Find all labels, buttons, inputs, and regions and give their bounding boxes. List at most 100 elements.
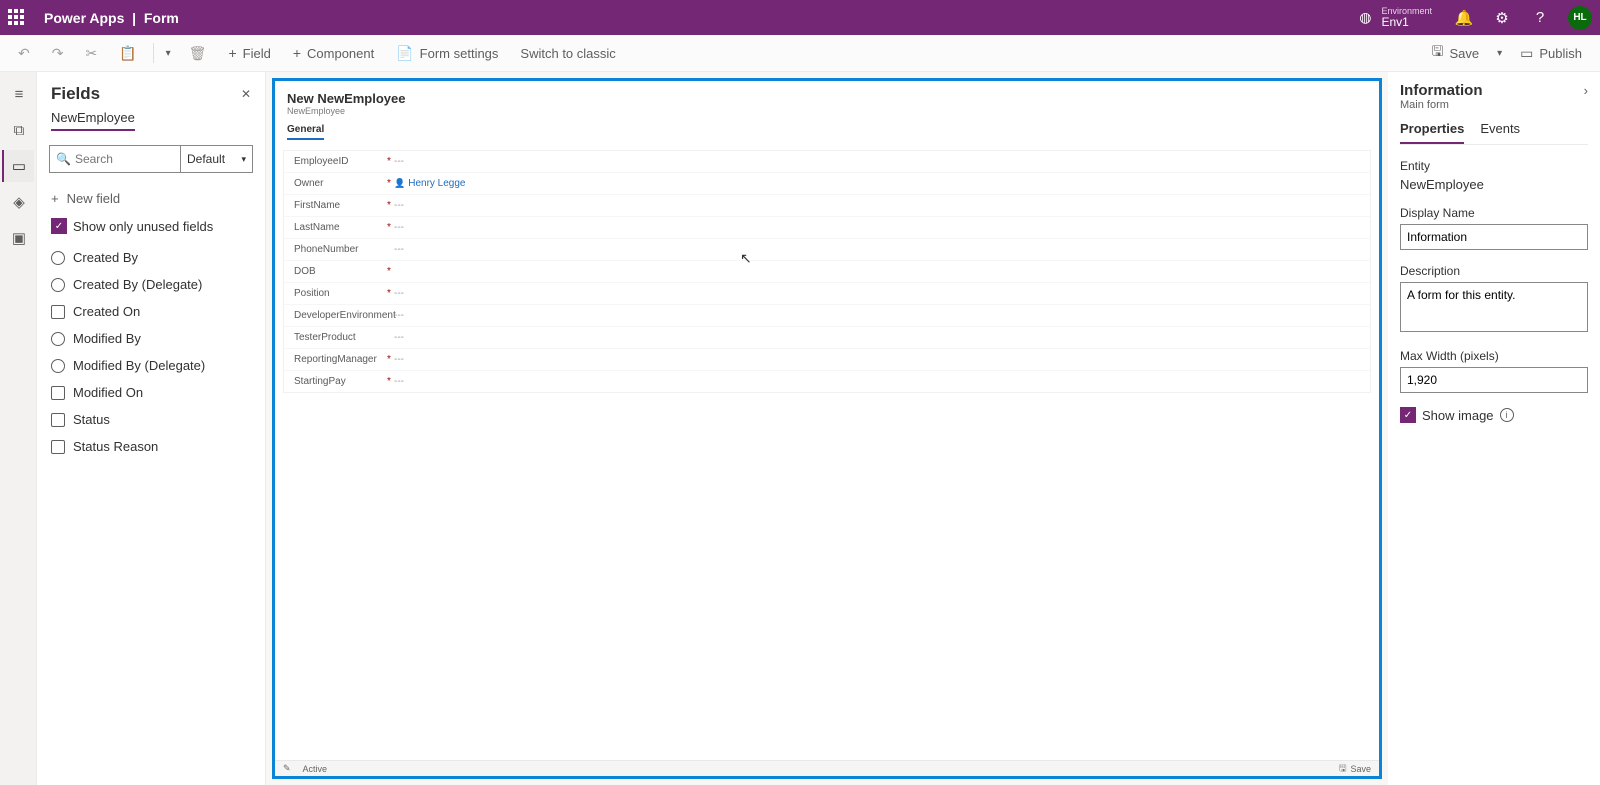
field-item[interactable]: Modified On — [37, 379, 265, 406]
add-field-button[interactable]: +Field — [218, 41, 280, 65]
required-marker: * — [384, 354, 394, 365]
undo-button[interactable]: ↶ — [8, 41, 40, 66]
sort-dropdown[interactable]: Default ▾ — [180, 146, 252, 172]
field-item[interactable]: Status Reason — [37, 433, 265, 460]
field-value: --- — [394, 332, 404, 343]
add-component-button[interactable]: + Component — [283, 41, 384, 65]
field-item[interactable]: Created On — [37, 298, 265, 325]
footer-save-label: Save — [1350, 764, 1371, 774]
save-button[interactable]: 🖫 Save — [1422, 37, 1490, 69]
search-row: 🔍 Default ▾ — [49, 145, 253, 173]
form-tab-general[interactable]: General — [287, 124, 324, 140]
redo-button[interactable]: ↷ — [42, 41, 74, 66]
app-brand: Power Apps — [44, 10, 124, 26]
publish-label: Publish — [1539, 46, 1582, 61]
form-field-row[interactable]: LastName*--- — [284, 216, 1370, 238]
field-item[interactable]: Modified By (Delegate) — [37, 352, 265, 379]
form-section[interactable]: EmployeeID*---Owner*👤Henry LeggeFirstNam… — [283, 150, 1371, 393]
publish-button[interactable]: ▭ Publish — [1510, 41, 1592, 66]
form-field-row[interactable]: EmployeeID*--- — [284, 151, 1370, 172]
rail-components-icon[interactable]: ◈ — [2, 186, 34, 218]
expand-icon[interactable]: › — [1584, 83, 1588, 98]
delete-icon: 🗑 — [189, 45, 207, 62]
form-shell[interactable]: New NewEmployee NewEmployee General Empl… — [272, 78, 1382, 779]
notifications-icon[interactable]: 🔔 — [1448, 2, 1480, 34]
field-value: --- — [394, 376, 404, 387]
form-settings-button[interactable]: 📄Form settings — [386, 41, 508, 66]
form-field-row[interactable]: Owner*👤Henry Legge — [284, 172, 1370, 194]
show-unused-checkbox[interactable]: ✓ Show only unused fields — [37, 212, 265, 244]
show-image-label: Show image — [1422, 408, 1494, 423]
display-name-input[interactable] — [1400, 224, 1588, 250]
field-value: --- — [394, 244, 404, 255]
field-label: DeveloperEnvironment — [294, 310, 384, 321]
tab-properties[interactable]: Properties — [1400, 121, 1464, 144]
field-value: --- — [394, 310, 404, 321]
field-item[interactable]: Created By — [37, 244, 265, 271]
description-input[interactable] — [1400, 282, 1588, 332]
entity-value: NewEmployee — [1400, 177, 1588, 192]
save-chevron-icon[interactable]: ▾ — [1491, 44, 1508, 63]
form-field-row[interactable]: FirstName*--- — [284, 194, 1370, 216]
rail-layers-icon[interactable]: ▣ — [2, 222, 34, 254]
field-label: LastName — [294, 222, 384, 233]
rail-menu-icon[interactable]: ≡ — [2, 78, 34, 110]
props-heading: Information — [1400, 82, 1584, 99]
footer-save-button[interactable]: 🖫Save — [1339, 761, 1371, 777]
form-field-row[interactable]: StartingPay*--- — [284, 370, 1370, 392]
app-name: Power Apps | Form — [44, 10, 179, 26]
required-marker: * — [384, 266, 394, 277]
field-item-label: Status — [73, 412, 110, 427]
save-icon: 🖫 — [1432, 41, 1444, 65]
form-field-row[interactable]: PhoneNumber --- — [284, 238, 1370, 260]
field-item[interactable]: Created By (Delegate) — [37, 271, 265, 298]
required-marker: * — [384, 178, 394, 189]
rail-fields-icon[interactable]: ▭ — [2, 150, 34, 182]
fields-entity[interactable]: NewEmployee — [51, 110, 135, 131]
field-item[interactable]: Status — [37, 406, 265, 433]
info-icon[interactable]: i — [1500, 408, 1514, 422]
settings-icon[interactable]: ⚙ — [1486, 2, 1518, 34]
chevron-down-icon[interactable]: ▾ — [160, 44, 177, 63]
form-field-row[interactable]: DeveloperEnvironment --- — [284, 304, 1370, 326]
form-field-row[interactable]: Position*--- — [284, 282, 1370, 304]
field-item[interactable]: Modified By — [37, 325, 265, 352]
search-icon: 🔍 — [56, 152, 71, 166]
workspace: ≡ ⧉ ▭ ◈ ▣ Fields ✕ NewEmployee 🔍 Default… — [0, 72, 1600, 785]
save-label: Save — [1449, 46, 1479, 61]
form-field-row[interactable]: ReportingManager*--- — [284, 348, 1370, 370]
header-right: ◍ Environment Env1 🔔 ⚙ ? HL — [1359, 2, 1592, 34]
field-value: --- — [394, 222, 404, 233]
help-icon[interactable]: ? — [1524, 2, 1556, 34]
publish-icon: ▭ — [1520, 45, 1533, 62]
waffle-icon[interactable] — [8, 9, 26, 27]
close-icon[interactable]: ✕ — [241, 87, 251, 101]
props-subheading: Main form — [1400, 99, 1588, 111]
new-field-button[interactable]: + New field — [37, 181, 265, 212]
field-label: PhoneNumber — [294, 244, 384, 255]
tab-events[interactable]: Events — [1480, 121, 1520, 144]
show-image-checkbox[interactable]: ✓ Show image i — [1400, 407, 1588, 423]
rail-tree-icon[interactable]: ⧉ — [2, 114, 34, 146]
form-settings-label: Form settings — [420, 46, 499, 61]
max-width-input[interactable] — [1400, 367, 1588, 393]
form-field-row[interactable]: TesterProduct--- — [284, 326, 1370, 348]
field-value: --- — [394, 156, 404, 167]
delete-button[interactable]: 🗑 — [179, 41, 217, 66]
plus-icon: + — [293, 45, 301, 61]
search-input[interactable] — [75, 152, 174, 166]
component-label: Component — [307, 46, 374, 61]
field-item-label: Created By — [73, 250, 138, 265]
paste-button[interactable]: 📋 — [109, 41, 146, 66]
footer-edit-icon[interactable]: ✎ — [283, 763, 291, 774]
fields-pane: Fields ✕ NewEmployee 🔍 Default ▾ + New f… — [37, 72, 266, 785]
form-field-row[interactable]: DOB* — [284, 260, 1370, 282]
search-box: 🔍 — [50, 146, 180, 172]
circle-icon — [51, 359, 65, 373]
form-title: New NewEmployee — [287, 91, 1367, 106]
avatar[interactable]: HL — [1568, 6, 1592, 30]
square-icon — [51, 440, 65, 454]
switch-classic-button[interactable]: Switch to classic — [510, 42, 625, 65]
environment-picker[interactable]: ◍ Environment Env1 — [1359, 7, 1442, 28]
cut-button[interactable]: ✂ — [75, 41, 107, 66]
